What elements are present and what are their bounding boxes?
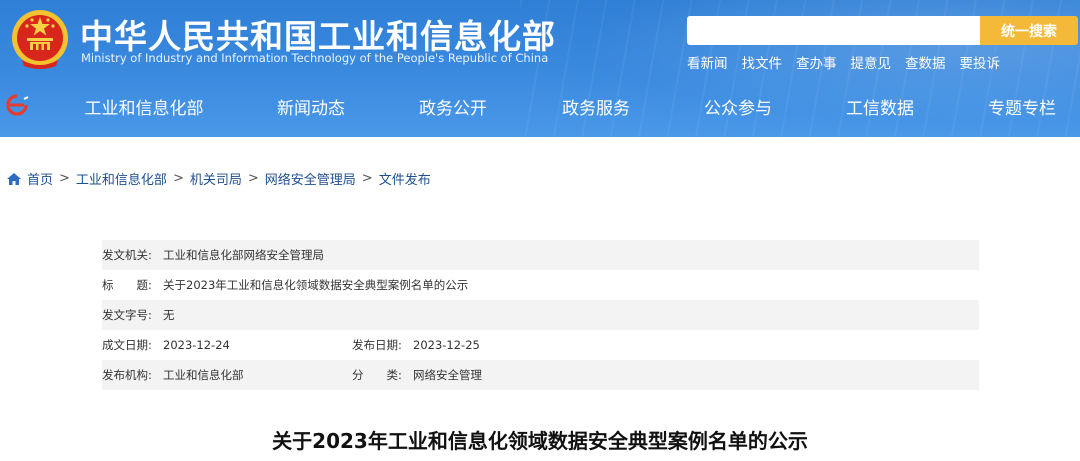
quick-link-complaint[interactable]: 要投诉 <box>960 52 1001 72</box>
nav-item-participation[interactable]: 公众参与 <box>704 94 772 119</box>
meta-value: 关于2023年工业和信息化领域数据安全典型案例名单的公示 <box>163 278 469 292</box>
meta-value: 2023-12-25 <box>413 338 480 352</box>
quick-link-data[interactable]: 查数据 <box>905 52 946 72</box>
search-button[interactable]: 统一搜索 <box>980 16 1078 45</box>
main-nav: 工业和信息化部 新闻动态 政务公开 政务服务 公众参与 工信数据 专题专栏 <box>0 94 1080 120</box>
meta-cell-category: 分 类: 网络安全管理 <box>352 367 482 383</box>
quick-link-news[interactable]: 看新闻 <box>687 52 728 72</box>
meta-row-doc-number: 发文字号: 无 <box>102 300 979 330</box>
meta-value: 2023-12-24 <box>163 338 230 352</box>
breadcrumb-home[interactable]: 首页 <box>27 169 53 188</box>
breadcrumb-cybersecurity-bureau[interactable]: 网络安全管理局 <box>265 169 356 188</box>
quick-link-feedback[interactable]: 提意见 <box>851 52 892 72</box>
nav-item-data[interactable]: 工信数据 <box>846 94 914 119</box>
site-subtitle: Ministry of Industry and Information Tec… <box>81 51 549 65</box>
meta-cell-agency: 发布机构: 工业和信息化部 <box>102 367 352 383</box>
meta-label: 标 题: <box>102 278 152 292</box>
quick-link-files[interactable]: 找文件 <box>742 52 783 72</box>
meta-value: 网络安全管理 <box>413 368 482 382</box>
national-emblem-icon[interactable] <box>10 8 70 70</box>
site-header: 中华人民共和国工业和信息化部 Ministry of Industry and … <box>0 0 1080 137</box>
search-input[interactable] <box>687 16 980 45</box>
quick-link-services[interactable]: 查办事 <box>796 52 837 72</box>
nav-item-gov-affairs[interactable]: 政务公开 <box>419 94 487 119</box>
meta-row-title: 标 题: 关于2023年工业和信息化领域数据安全典型案例名单的公示 <box>102 270 979 300</box>
breadcrumb-separator: > <box>172 171 184 186</box>
meta-label: 发布机构: <box>102 368 152 382</box>
meta-row-dates: 成文日期: 2023-12-24 发布日期: 2023-12-25 <box>102 330 979 360</box>
breadcrumb-documents[interactable]: 文件发布 <box>379 169 431 188</box>
document-meta-table: 发文机关: 工业和信息化部网络安全管理局 标 题: 关于2023年工业和信息化领… <box>102 240 979 390</box>
breadcrumb-separator: > <box>59 171 70 186</box>
meta-label: 发布日期: <box>352 338 402 352</box>
nav-item-services[interactable]: 政务服务 <box>562 94 630 119</box>
meta-value: 工业和信息化部 <box>163 368 244 382</box>
nav-item-topics[interactable]: 专题专栏 <box>988 94 1056 119</box>
meta-label: 发文机关: <box>102 248 152 262</box>
meta-value: 无 <box>163 308 175 322</box>
nav-item-news[interactable]: 新闻动态 <box>277 94 345 119</box>
meta-value: 工业和信息化部网络安全管理局 <box>163 248 324 262</box>
breadcrumb-miit[interactable]: 工业和信息化部 <box>76 169 167 188</box>
quick-links: 看新闻 找文件 查办事 提意见 查数据 要投诉 <box>687 52 1000 72</box>
breadcrumb-departments[interactable]: 机关司局 <box>190 169 242 188</box>
meta-cell-published: 发布日期: 2023-12-25 <box>352 337 480 353</box>
meta-label: 发文字号: <box>102 308 152 322</box>
meta-cell-created: 成文日期: 2023-12-24 <box>102 337 352 353</box>
meta-row-issuer: 发文机关: 工业和信息化部网络安全管理局 <box>102 240 979 270</box>
breadcrumb: 首页 > 工业和信息化部 > 机关司局 > 网络安全管理局 > 文件发布 <box>6 169 431 188</box>
breadcrumb-separator: > <box>247 171 259 186</box>
meta-row-agency: 发布机构: 工业和信息化部 分 类: 网络安全管理 <box>102 360 979 390</box>
breadcrumb-separator: > <box>361 171 373 186</box>
nav-item-miit[interactable]: 工业和信息化部 <box>85 94 204 119</box>
meta-label: 分 类: <box>352 368 402 382</box>
home-icon[interactable] <box>6 172 22 186</box>
meta-label: 成文日期: <box>102 338 152 352</box>
document-title: 关于2023年工业和信息化领域数据安全典型案例名单的公示 <box>272 429 808 453</box>
